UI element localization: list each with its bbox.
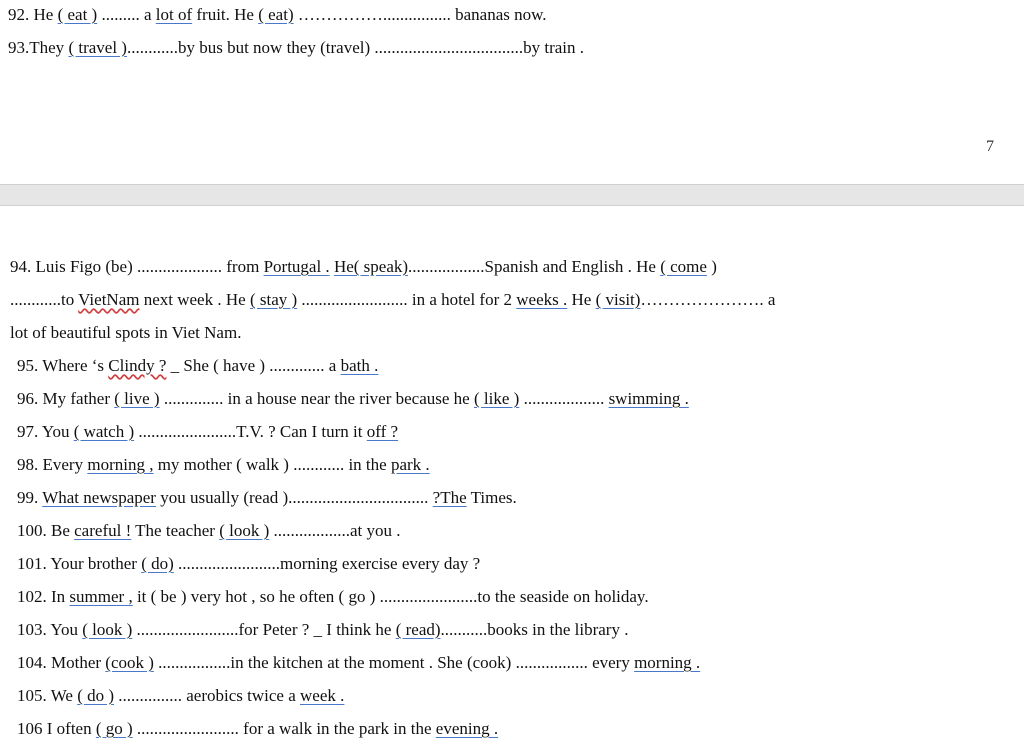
- question-94-line-3: lot of beautiful spots in Viet Nam.: [10, 323, 242, 342]
- q97-verb-watch: ( watch ): [73, 422, 135, 441]
- q103-verb-read: ( read): [395, 620, 441, 639]
- question-102: 102. In summer , it ( be ) very hot , so…: [17, 587, 649, 606]
- document-page-bottom: 94. Luis Figo (be) .................... …: [0, 206, 1024, 745]
- q106-verb-go: ( go ): [95, 719, 133, 738]
- question-97: 97. You ( watch ) ......................…: [17, 422, 399, 441]
- question-93: 93.They ( travel )............by bus but…: [8, 37, 584, 59]
- q104-word: morning .: [634, 653, 701, 672]
- q97-word: off ?: [366, 422, 399, 441]
- q96-verb-like: ( like ): [473, 389, 520, 408]
- page-number: 7: [986, 138, 994, 155]
- q105-verb-do: ( do ): [77, 686, 115, 705]
- q96-word: swimming .: [608, 389, 689, 408]
- q104-verb-cook: (cook ): [105, 653, 154, 672]
- q96-verb-live: ( live ): [114, 389, 160, 408]
- question-94-line-1: 94. Luis Figo (be) .................... …: [10, 257, 717, 276]
- question-95: 95. Where ‘s Clindy ? _ She ( have ) ...…: [17, 356, 379, 375]
- q106-word: evening .: [435, 719, 499, 738]
- q101-verb-do: ( do): [141, 554, 174, 573]
- q92-verb-eat: ( eat ): [57, 5, 98, 24]
- question-106: 106 I often ( go ) .....................…: [17, 719, 499, 738]
- q94-verb-stay: ( stay ): [249, 290, 298, 309]
- q93-verb-travel: ( travel ): [68, 38, 127, 57]
- question-104: 104. Mother (cook ) .................in …: [17, 653, 701, 672]
- q94-text: 94. Luis Figo (be) .................... …: [10, 257, 264, 276]
- q100-word: careful !: [74, 521, 132, 540]
- question-92: 92. He ( eat ) ......... a lot of fruit.…: [8, 4, 547, 26]
- question-94-line-2: ............to VietNam next week . He ( …: [10, 290, 776, 309]
- q94-verb-come: ( come: [660, 257, 707, 276]
- q93-text: 93.They: [8, 38, 69, 57]
- q94-verb-speak: He( speak): [333, 257, 409, 276]
- question-96: 96. My father ( live ) .............. in…: [17, 389, 689, 408]
- q94-word-weeks: weeks .: [516, 290, 568, 309]
- q92-text: ……………................ bananas now.: [293, 5, 547, 24]
- q94-verb-visit: ( visit): [595, 290, 641, 309]
- question-100: 100. Be careful ! The teacher ( look ) .…: [17, 521, 401, 540]
- q92-phrase: lot of: [155, 5, 193, 24]
- q105-word: week .: [300, 686, 345, 705]
- q95-word: Clindy ?: [108, 356, 167, 375]
- q92-text: ......... a: [97, 5, 156, 24]
- q94-word: Portugal .: [263, 257, 330, 276]
- page-separator: [0, 184, 1024, 206]
- q100-verb-look: ( look ): [219, 521, 270, 540]
- q98-word: morning ,: [87, 455, 154, 474]
- q92-verb-eat-2: ( eat): [258, 5, 294, 24]
- q102-word: summer ,: [69, 587, 133, 606]
- question-99: 99. What newspaper you usually (read )..…: [17, 488, 517, 507]
- q103-verb-look: ( look ): [82, 620, 133, 639]
- q98-word: park .: [390, 455, 430, 474]
- document-page-top: 92. He ( eat ) ......... a lot of fruit.…: [0, 0, 1024, 184]
- question-103: 103. You ( look ) ......................…: [17, 620, 629, 639]
- q94-word-vietnam: VietNam: [78, 290, 140, 309]
- q94-text: ..................Spanish and English . …: [408, 257, 661, 276]
- q95-word: bath .: [340, 356, 379, 375]
- q99-phrase: What newspaper: [42, 488, 156, 507]
- question-98: 98. Every morning , my mother ( walk ) .…: [17, 455, 430, 474]
- q93-text: ............by bus but now they (travel)…: [126, 38, 585, 57]
- question-105: 105. We ( do ) ............... aerobics …: [17, 686, 345, 705]
- question-101: 101. Your brother ( do) ................…: [17, 554, 481, 573]
- q92-text: 92. He: [8, 5, 58, 24]
- q92-text: fruit. He: [192, 5, 259, 24]
- q99-word: ?The: [432, 488, 467, 507]
